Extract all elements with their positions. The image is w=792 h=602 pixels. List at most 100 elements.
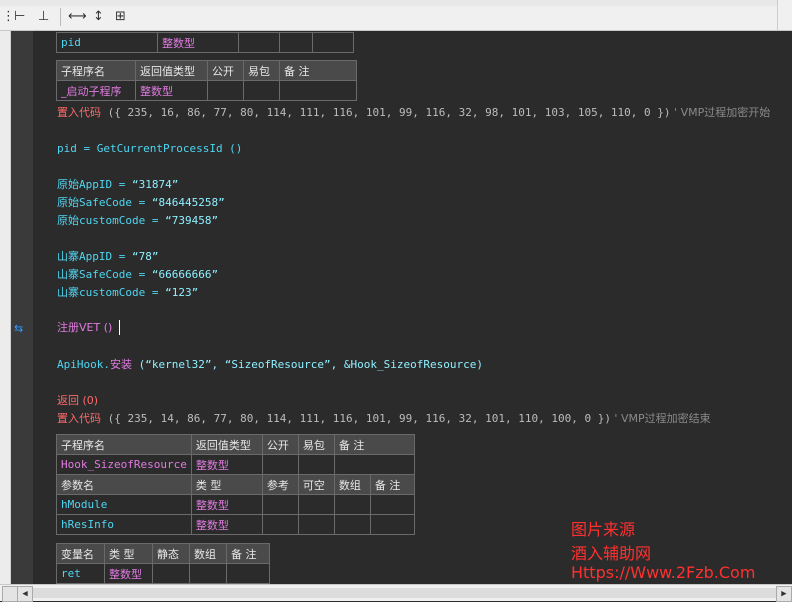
return-type-cell[interactable]: 整数型: [135, 80, 208, 101]
grid-icon[interactable]: ⊞: [115, 8, 126, 26]
note-cell[interactable]: [333, 454, 415, 475]
var-name-cell[interactable]: pid: [56, 32, 158, 53]
header-var-name: 变量名: [56, 543, 105, 564]
string-literal: “123”: [165, 286, 199, 299]
assign-op: =: [131, 196, 152, 209]
code-comment: ' VMP过程加密开始: [670, 106, 771, 119]
table-header-row: 子程序名 返回值类型 公开 易包 备 注: [56, 60, 357, 81]
string-literal: “78”: [132, 250, 159, 263]
table-header-row: 子程序名 返回值类型 公开 易包 备 注: [56, 434, 415, 455]
param-optional-cell[interactable]: [297, 494, 335, 515]
table-row[interactable]: ret 整数型: [56, 563, 270, 584]
header-array: 数组: [189, 543, 227, 564]
code-line-apihook-install[interactable]: ApiHook.安装 (“kernel32”, “SizeofResource”…: [57, 357, 483, 373]
param-name-cell[interactable]: hModule: [56, 494, 192, 515]
var-name: 山寨AppID: [57, 250, 113, 263]
code-line-fake-customcode[interactable]: 山寨customCode = “123”: [57, 285, 198, 301]
table-row[interactable]: pid 整数型: [56, 32, 354, 53]
assign-op: =: [112, 250, 132, 263]
param-ref-cell[interactable]: [261, 514, 299, 535]
toolbar: ⋮ ⊢ ⊥ ⟷ ↕ ⊞: [0, 0, 792, 31]
watermark-line-1: 图片来源: [571, 520, 636, 539]
header-static: 静态: [152, 543, 190, 564]
header-return-type: 返回值类型: [135, 60, 208, 81]
param-type-cell[interactable]: 整数型: [190, 494, 263, 515]
var-note-cell[interactable]: [312, 32, 354, 53]
string-literal: “846445258”: [151, 196, 225, 209]
code-line-vmp-begin[interactable]: 置入代码 ({ 235, 16, 86, 77, 80, 114, 111, 1…: [57, 105, 770, 121]
code-line-get-pid[interactable]: pid = GetCurrentProcessId (): [57, 141, 242, 157]
sub-name-cell[interactable]: _启动子程序: [56, 80, 136, 101]
code-line-vmp-end[interactable]: 置入代码 ({ 235, 14, 86, 77, 80, 114, 111, 1…: [57, 411, 711, 427]
header-param-note: 备 注: [369, 474, 415, 495]
string-literal: “66666666”: [151, 268, 219, 281]
var-array-cell[interactable]: [189, 563, 227, 584]
code-line-register-vet[interactable]: 注册VET (): [57, 320, 112, 336]
note-cell[interactable]: [279, 80, 357, 101]
param-ref-cell[interactable]: [261, 494, 299, 515]
param-type-cell[interactable]: 整数型: [190, 514, 263, 535]
code-line-fake-safecode[interactable]: 山寨SafeCode = “66666666”: [57, 267, 218, 283]
sub-name-cell[interactable]: Hook_SizeofResource: [56, 454, 192, 475]
var-array-cell[interactable]: [279, 32, 313, 53]
code-line-orig-customcode[interactable]: 原始customCode = “739458”: [57, 213, 218, 229]
table-row[interactable]: Hook_SizeofResource 整数型: [56, 454, 415, 475]
table-row[interactable]: hModule 整数型: [56, 494, 415, 515]
call-args: (“kernel32”, “SizeofResource”, &Hook_Siz…: [131, 358, 483, 371]
code-line-fake-appid[interactable]: 山寨AppID = “78”: [57, 249, 159, 265]
code-line-orig-safecode[interactable]: 原始SafeCode = “846445258”: [57, 195, 225, 211]
return-type-cell[interactable]: 整数型: [190, 454, 263, 475]
epackage-cell[interactable]: [243, 80, 280, 101]
watermark-url: Https://Www.2Fzb.Com: [571, 563, 756, 582]
assign-op: =: [131, 268, 152, 281]
inline-code-args: ({ 235, 14, 86, 77, 80, 114, 111, 116, 1…: [101, 412, 611, 425]
vertical-resize-icon[interactable]: ↕: [93, 8, 104, 26]
table-header-row: 变量名 类 型 静态 数组 备 注: [56, 543, 270, 564]
param-note-cell[interactable]: [369, 494, 415, 515]
var-note-cell[interactable]: [226, 563, 270, 584]
fit-height-icon[interactable]: ⊥: [38, 8, 49, 26]
header-note: 备 注: [333, 434, 415, 455]
table-row[interactable]: _启动子程序 整数型: [56, 80, 357, 101]
local-var-table-bottom: 变量名 类 型 静态 数组 备 注 ret 整数型: [56, 543, 270, 584]
param-array-cell[interactable]: [333, 494, 371, 515]
var-name-cell[interactable]: ret: [56, 563, 105, 584]
fit-width-icon[interactable]: ⊢: [14, 8, 25, 26]
code-line-return[interactable]: 返回 (0): [57, 393, 98, 409]
param-note-cell[interactable]: [369, 514, 415, 535]
var-name: 山寨SafeCode: [57, 268, 132, 281]
header-var-type: 类 型: [104, 543, 153, 564]
param-name-cell[interactable]: hResInfo: [56, 514, 192, 535]
public-cell[interactable]: [261, 454, 299, 475]
line-marker-bar: [11, 31, 33, 584]
scroll-track[interactable]: [33, 588, 778, 598]
param-optional-cell[interactable]: [297, 514, 335, 535]
var-static-cell[interactable]: [238, 32, 280, 53]
left-gutter: [0, 31, 11, 584]
header-epackage: 易包: [297, 434, 335, 455]
header-public: 公开: [207, 60, 244, 81]
method-name: 安装: [109, 358, 132, 371]
var-static-cell[interactable]: [152, 563, 190, 584]
epackage-cell[interactable]: [297, 454, 335, 475]
param-array-cell[interactable]: [333, 514, 371, 535]
watermark-line-2: 酒入辅助网: [571, 544, 652, 563]
table-row[interactable]: hResInfo 整数型: [56, 514, 415, 535]
toolbar-corner: [777, 0, 792, 30]
header-param-name: 参数名: [56, 474, 192, 495]
horizontal-scrollbar[interactable]: ◀ ▶: [0, 584, 792, 602]
var-type-cell[interactable]: 整数型: [157, 32, 239, 53]
code-line-orig-appid[interactable]: 原始AppID = “31874”: [57, 177, 178, 193]
assign-op: =: [145, 214, 166, 227]
local-var-table-top: pid 整数型: [56, 32, 354, 53]
subroutine-table-startup: 子程序名 返回值类型 公开 易包 备 注 _启动子程序 整数型: [56, 60, 357, 101]
public-cell[interactable]: [207, 80, 244, 101]
string-literal: “739458”: [165, 214, 219, 227]
param-header-row: 参数名 类 型 参考 可空 数组 备 注: [56, 474, 415, 495]
horizontal-resize-icon[interactable]: ⟷: [68, 8, 87, 26]
header-by-ref: 参考: [261, 474, 299, 495]
header-sub-name: 子程序名: [56, 434, 192, 455]
header-param-type: 类 型: [190, 474, 263, 495]
header-note: 备 注: [226, 543, 270, 564]
var-type-cell[interactable]: 整数型: [104, 563, 153, 584]
